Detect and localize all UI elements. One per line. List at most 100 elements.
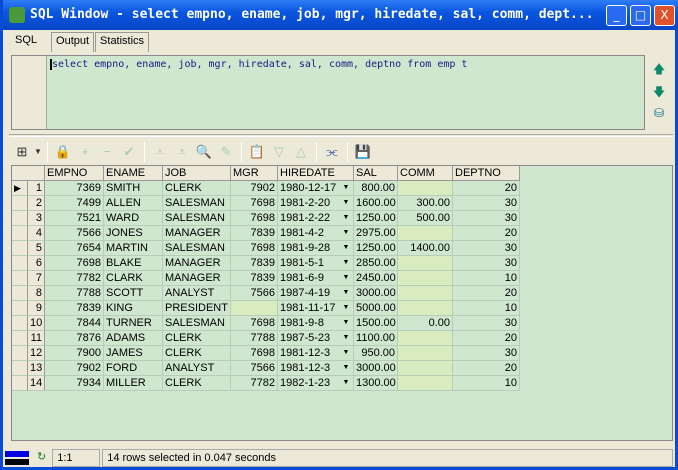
cell-deptno[interactable]: 20 [453, 331, 520, 346]
cell-comm[interactable]: 500.00 [398, 211, 453, 226]
grid-layout-icon[interactable]: ⊞ [11, 141, 33, 163]
close-button[interactable]: X [654, 5, 675, 26]
cell-sal[interactable]: 5000.00 [354, 301, 398, 316]
cell-ename[interactable]: WARD [104, 211, 163, 226]
cell-deptno[interactable]: 20 [453, 286, 520, 301]
cell-mgr[interactable]: 7788 [231, 331, 278, 346]
cell-empno[interactable]: 7788 [45, 286, 104, 301]
cell-ename[interactable]: BLAKE [104, 256, 163, 271]
cell-ename[interactable]: FORD [104, 361, 163, 376]
cell-sal[interactable]: 3000.00 [354, 361, 398, 376]
cell-comm[interactable] [398, 226, 453, 241]
cell-comm[interactable]: 0.00 [398, 316, 453, 331]
cell-hiredate[interactable]: ▼ 1981-11-17 [278, 301, 354, 316]
chevron-down-icon[interactable]: ▼ [341, 346, 351, 360]
minimize-button[interactable]: _ [606, 5, 627, 26]
cell-deptno[interactable]: 10 [453, 376, 520, 391]
cell-sal[interactable]: 1250.00 [354, 241, 398, 256]
cell-comm[interactable]: 300.00 [398, 196, 453, 211]
cell-ename[interactable]: JONES [104, 226, 163, 241]
filter-down-icon[interactable]: ▽ [268, 141, 290, 163]
cell-hiredate[interactable]: ▼ 1987-5-23 [278, 331, 354, 346]
clear-icon[interactable]: ✎ [215, 141, 237, 163]
chevron-down-icon[interactable]: ▼ [341, 301, 351, 315]
cell-sal[interactable]: 2975.00 [354, 226, 398, 241]
table-row[interactable]: 9 7839 KING PRESIDENT ▼ 1981-11-17 5000.00 10 [12, 301, 520, 316]
cell-job[interactable]: ANALYST [163, 286, 231, 301]
cell-hiredate[interactable]: ▼ 1982-1-23 [278, 376, 354, 391]
cell-job[interactable]: SALESMAN [163, 196, 231, 211]
cell-empno[interactable]: 7839 [45, 301, 104, 316]
chevron-down-icon[interactable]: ▼ [341, 256, 351, 270]
table-row[interactable]: 7 7782 CLARK MANAGER 7839 ▼ 1981-6-9 2450.00 10 [12, 271, 520, 286]
cell-comm[interactable]: 1400.00 [398, 241, 453, 256]
last-page-icon[interactable]: ⩡ [171, 141, 193, 163]
chevron-down-icon[interactable]: ▼ [341, 241, 351, 255]
cell-deptno[interactable]: 30 [453, 211, 520, 226]
table-row[interactable]: ▶ 1 7369 SMITH CLERK 7902 ▼ 1980-12-17 800.00 20 [12, 181, 520, 196]
cell-job[interactable]: SALESMAN [163, 241, 231, 256]
cell-job[interactable]: CLERK [163, 376, 231, 391]
cell-comm[interactable] [398, 271, 453, 286]
cell-job[interactable]: ANALYST [163, 361, 231, 376]
cell-hiredate[interactable]: ▼ 1981-2-22 [278, 211, 354, 226]
cell-deptno[interactable]: 30 [453, 241, 520, 256]
cell-hiredate[interactable]: ▼ 1981-9-28 [278, 241, 354, 256]
table-row[interactable]: 13 7902 FORD ANALYST 7566 ▼ 1981-12-3 3000.00 20 [12, 361, 520, 376]
cell-empno[interactable]: 7654 [45, 241, 104, 256]
chevron-down-icon[interactable]: ▼ [341, 196, 351, 210]
cell-ename[interactable]: TURNER [104, 316, 163, 331]
panel-toggle-icon[interactable] [3, 449, 31, 467]
cell-empno[interactable]: 7782 [45, 271, 104, 286]
cell-ename[interactable]: SCOTT [104, 286, 163, 301]
cell-job[interactable]: SALESMAN [163, 211, 231, 226]
cell-ename[interactable]: SMITH [104, 181, 163, 196]
cell-hiredate[interactable]: ▼ 1981-12-3 [278, 346, 354, 361]
cell-deptno[interactable]: 30 [453, 256, 520, 271]
cell-sal[interactable]: 1250.00 [354, 211, 398, 226]
chevron-down-icon[interactable]: ▼ [341, 271, 351, 285]
cell-job[interactable]: MANAGER [163, 226, 231, 241]
cell-mgr[interactable] [231, 301, 278, 316]
cell-deptno[interactable]: 30 [453, 316, 520, 331]
export-icon[interactable]: 📋 [246, 141, 268, 163]
cell-sal[interactable]: 1100.00 [354, 331, 398, 346]
cell-mgr[interactable]: 7839 [231, 271, 278, 286]
post-changes-icon[interactable]: ✔ [118, 141, 140, 163]
cell-ename[interactable]: MARTIN [104, 241, 163, 256]
cell-deptno[interactable]: 10 [453, 271, 520, 286]
sql-text[interactable]: select empno, ename, job, mgr, hiredate,… [50, 59, 467, 70]
cell-deptno[interactable]: 30 [453, 196, 520, 211]
cell-hiredate[interactable]: ▼ 1981-2-20 [278, 196, 354, 211]
cell-ename[interactable]: CLARK [104, 271, 163, 286]
cell-empno[interactable]: 7902 [45, 361, 104, 376]
column-header-sal[interactable]: SAL [354, 166, 398, 181]
chevron-down-icon[interactable]: ▼ [341, 181, 351, 195]
chevron-down-icon[interactable]: ▼ [341, 226, 351, 240]
splitter[interactable] [9, 134, 673, 137]
cell-job[interactable]: CLERK [163, 346, 231, 361]
cell-job[interactable]: CLERK [163, 331, 231, 346]
cell-empno[interactable]: 7369 [45, 181, 104, 196]
cell-deptno[interactable]: 30 [453, 346, 520, 361]
cell-sal[interactable]: 950.00 [354, 346, 398, 361]
cell-hiredate[interactable]: ▼ 1987-4-19 [278, 286, 354, 301]
cell-mgr[interactable]: 7698 [231, 196, 278, 211]
next-page-icon[interactable]: ⩡ [149, 141, 171, 163]
save-icon[interactable]: 💾 [352, 141, 374, 163]
cell-sal[interactable]: 1500.00 [354, 316, 398, 331]
cell-comm[interactable] [398, 346, 453, 361]
column-header-empno[interactable]: EMPNO [45, 166, 104, 181]
cell-empno[interactable]: 7900 [45, 346, 104, 361]
chevron-down-icon[interactable]: ▼ [341, 286, 351, 300]
table-row[interactable]: 2 7499 ALLEN SALESMAN 7698 ▼ 1981-2-20 1600.00 3… [12, 196, 520, 211]
cell-comm[interactable] [398, 256, 453, 271]
maximize-button[interactable]: □ [630, 5, 651, 26]
cell-ename[interactable]: KING [104, 301, 163, 316]
tab-sql[interactable]: SQL [9, 32, 44, 52]
cell-empno[interactable]: 7844 [45, 316, 104, 331]
tab-output[interactable]: Output [51, 32, 95, 52]
cell-empno[interactable]: 7499 [45, 196, 104, 211]
cell-sal[interactable]: 1300.00 [354, 376, 398, 391]
lock-icon[interactable]: 🔒 [52, 141, 74, 163]
